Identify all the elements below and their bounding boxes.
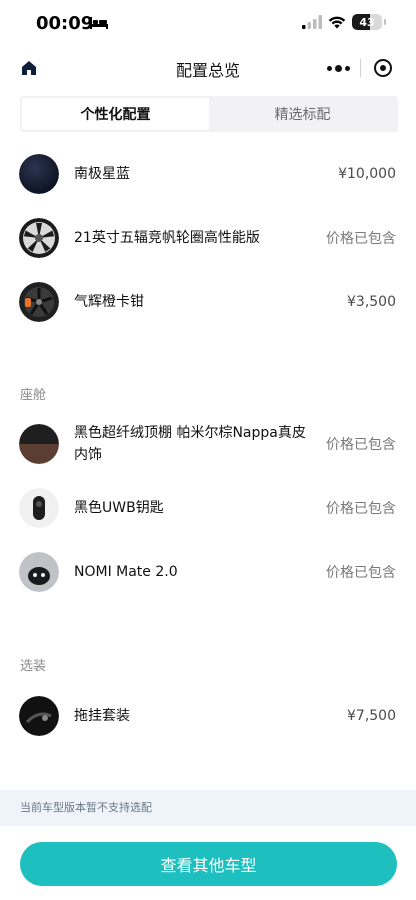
item-name: 气辉橙卡钳 <box>74 294 144 310</box>
item-name: 黑色UWB钥匙 <box>74 500 164 516</box>
list-item[interactable]: NOMI Mate 2.0 价格已包含 <box>0 540 416 604</box>
uwb-key-thumbnail <box>19 488 59 528</box>
item-price: ¥10,000 <box>338 166 396 182</box>
item-price: 价格已包含 <box>326 231 396 247</box>
item-price: 价格已包含 <box>326 501 396 517</box>
nav-bar: 配置总览 <box>0 48 416 88</box>
item-name: NOMI Mate 2.0 <box>74 564 178 580</box>
caliper-thumbnail <box>19 282 59 322</box>
battery-tip <box>384 19 386 25</box>
status-time: 00:09 <box>36 13 94 34</box>
item-name: 南极星蓝 <box>74 166 130 182</box>
more-dot-icon <box>334 64 342 72</box>
list-item[interactable]: 南极星蓝 ¥10,000 <box>0 142 416 206</box>
tow-hitch-thumbnail <box>19 696 59 736</box>
list-item[interactable]: 21英寸五辐竞帆轮圈高性能版 价格已包含 <box>0 206 416 270</box>
item-price: 价格已包含 <box>326 437 396 453</box>
tab-personalized-config[interactable]: 个性化配置 <box>22 98 209 130</box>
wifi-icon <box>328 16 346 29</box>
wheel-rim-thumbnail <box>19 218 59 258</box>
nomi-thumbnail <box>19 552 59 592</box>
more-menu-button[interactable] <box>316 52 360 84</box>
mini-program-capsule <box>316 52 404 84</box>
list-item[interactable]: 黑色超纤绒顶棚 帕米尔棕Nappa真皮内饰 价格已包含 <box>0 412 416 476</box>
config-tabs: 个性化配置 精选标配 <box>20 96 398 132</box>
item-price: 价格已包含 <box>326 565 396 581</box>
item-name: 21英寸五辐竞帆轮圈高性能版 <box>74 230 260 246</box>
section-heading-options: 选装 <box>20 659 47 674</box>
unsupported-notice: 当前车型版本暂不支持选配 <box>0 790 416 826</box>
more-dot-icon <box>344 65 350 71</box>
interior-thumbnail <box>19 424 59 464</box>
paint-color-thumbnail <box>19 154 59 194</box>
section-heading-cabin: 座舱 <box>20 388 47 403</box>
tab-featured-standard[interactable]: 精选标配 <box>209 98 396 130</box>
list-item[interactable]: 拖挂套装 ¥7,500 <box>0 684 416 748</box>
more-dot-icon <box>326 65 332 71</box>
target-close-icon <box>373 59 392 77</box>
sleep-mode-icon <box>90 17 108 29</box>
item-name: 拖挂套装 <box>74 708 130 724</box>
item-price: ¥3,500 <box>347 294 396 310</box>
battery-indicator: 43 <box>352 14 382 30</box>
list-item[interactable]: 气辉橙卡钳 ¥3,500 <box>0 270 416 334</box>
view-other-models-button[interactable]: 查看其他车型 <box>20 842 397 886</box>
item-name: 黑色超纤绒顶棚 帕米尔棕Nappa真皮内饰 <box>74 425 306 463</box>
close-mini-program-button[interactable] <box>361 52 404 84</box>
cellular-signal-icon <box>302 15 322 29</box>
status-bar: 00:09 43 <box>0 0 416 48</box>
list-item[interactable]: 黑色UWB钥匙 价格已包含 <box>0 476 416 540</box>
battery-level: 43 <box>359 15 375 29</box>
item-price: ¥7,500 <box>347 708 396 724</box>
